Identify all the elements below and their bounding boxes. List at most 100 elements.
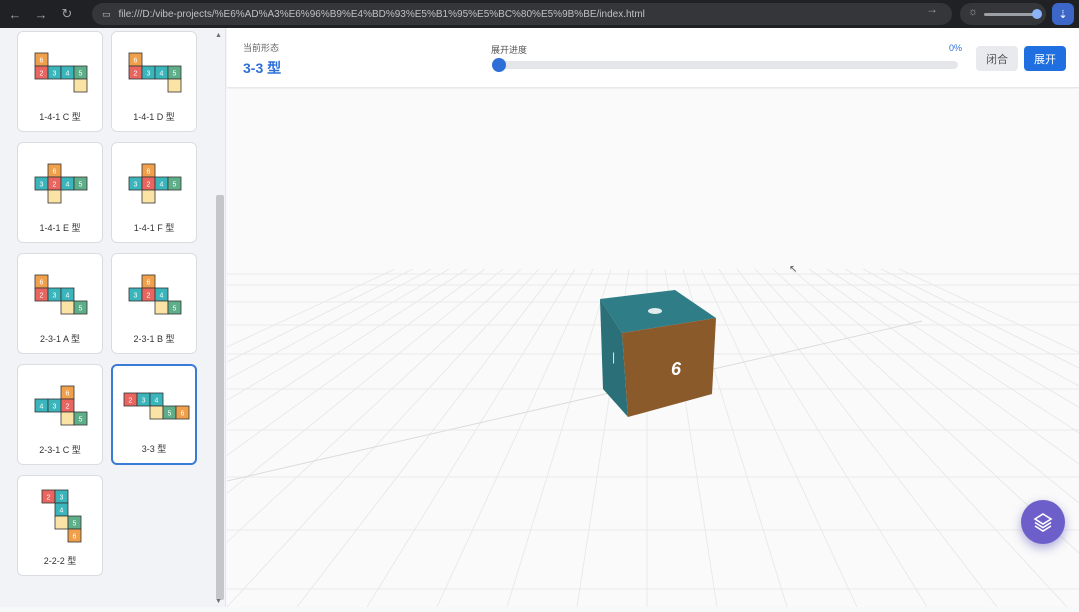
net-face-number: 6 bbox=[53, 169, 57, 176]
net-card-label: 2-3-1 C 型 bbox=[39, 445, 81, 455]
net-card[interactable]: 6 3 2 4 5 1-4-1 E 型 bbox=[17, 142, 103, 243]
cursor-icon: ↖ bbox=[789, 264, 797, 275]
net-diagram: 6 3 2 4 5 bbox=[128, 163, 182, 204]
net-face bbox=[73, 78, 88, 93]
go-icon[interactable]: → bbox=[926, 2, 938, 16]
net-face-number: 6 bbox=[134, 58, 138, 65]
net-face-number: 4 bbox=[66, 293, 70, 300]
net-face-number: 2 bbox=[47, 495, 51, 502]
net-face-number: 3 bbox=[53, 293, 57, 300]
brightness-knob[interactable] bbox=[1032, 9, 1042, 19]
top-face-mark bbox=[648, 308, 662, 314]
net-card-label: 1-4-1 F 型 bbox=[133, 223, 175, 233]
net-card[interactable]: 6 4 3 2 5 2-3-1 C 型 bbox=[17, 364, 103, 465]
scrollbar-thumb[interactable] bbox=[216, 195, 224, 600]
3d-viewport[interactable]: | 6 ↖ bbox=[0, 89, 1079, 608]
net-face-number: 3 bbox=[53, 404, 57, 411]
net-face-number: 2 bbox=[40, 71, 44, 78]
net-face-number: 2 bbox=[147, 293, 151, 300]
net-card[interactable]: 6 3 2 4 5 2-3-1 B 型 bbox=[111, 253, 197, 354]
net-face-number: 6 bbox=[73, 534, 77, 541]
net-face bbox=[154, 300, 169, 315]
net-card[interactable]: 6 2 3 4 5 1-4-1 D 型 bbox=[111, 31, 197, 132]
net-face-number: 3 bbox=[53, 71, 57, 78]
net-diagram: 6 2 3 4 5 bbox=[34, 274, 88, 315]
net-face-number: 4 bbox=[160, 293, 164, 300]
net-face-number: 6 bbox=[40, 58, 44, 65]
net-face-number: 6 bbox=[147, 169, 151, 176]
net-face-number: 4 bbox=[155, 398, 159, 405]
net-diagram: 6 3 2 4 5 bbox=[34, 163, 88, 204]
reload-icon[interactable]: ↻ bbox=[56, 3, 78, 25]
extension-icon[interactable]: ⇣ bbox=[1052, 3, 1074, 25]
net-face-number: 3 bbox=[60, 495, 64, 502]
net-face-number: 5 bbox=[79, 417, 83, 424]
net-face-number: 4 bbox=[40, 404, 44, 411]
net-face-number: 5 bbox=[73, 521, 77, 528]
net-card[interactable]: 2 3 4 5 6 3-3 型 bbox=[111, 364, 197, 465]
axis-line bbox=[226, 320, 923, 482]
unfold-button[interactable]: 展开 bbox=[1024, 46, 1066, 71]
net-card-label: 2-2-2 型 bbox=[43, 556, 77, 566]
slider-knob[interactable] bbox=[492, 58, 506, 72]
net-card[interactable]: 6 2 3 4 5 2-3-1 A 型 bbox=[17, 253, 103, 354]
page-icon: ▭ bbox=[102, 8, 111, 19]
net-card[interactable]: 2 3 4 5 6 2-2-2 型 bbox=[17, 475, 103, 576]
net-face-number: 2 bbox=[66, 404, 70, 411]
net-face-number: 4 bbox=[66, 182, 70, 189]
back-icon[interactable]: ← bbox=[4, 3, 26, 25]
net-diagram: 6 2 3 4 5 bbox=[128, 52, 182, 93]
net-face-number: 5 bbox=[79, 182, 83, 189]
unfold-progress-label: 展开进度 bbox=[491, 45, 528, 55]
layers-icon bbox=[1033, 513, 1053, 532]
net-face-number: 5 bbox=[173, 182, 177, 189]
net-diagram: 2 3 4 5 6 bbox=[123, 392, 190, 420]
net-face-number: 3 bbox=[40, 182, 44, 189]
fold-button[interactable]: 闭合 bbox=[976, 46, 1018, 71]
cube-front-face bbox=[622, 318, 716, 417]
sun-icon: ☼ bbox=[968, 6, 979, 18]
scroll-down-icon[interactable]: ▼ bbox=[215, 598, 222, 605]
layers-button[interactable] bbox=[1021, 500, 1065, 544]
net-face-number: 3 bbox=[142, 398, 146, 405]
net-card-label: 1-4-1 E 型 bbox=[39, 223, 81, 233]
net-face-number: 2 bbox=[147, 182, 151, 189]
net-card[interactable]: 6 3 2 4 5 1-4-1 F 型 bbox=[111, 142, 197, 243]
net-face-number: 2 bbox=[129, 398, 133, 405]
net-face bbox=[60, 300, 75, 315]
net-face bbox=[149, 405, 164, 420]
current-shape-value: 3-3 型 bbox=[243, 60, 282, 76]
net-gallery-sidebar: ▲ ▼ 6 2 3 4 5 1-4-1 C 型 6 2 3 4 5 1-4-1 D 型 6 3 2 4 5 1-4… bbox=[0, 28, 226, 607]
net-card-label: 1-4-1 D 型 bbox=[133, 112, 175, 122]
net-diagram: 6 3 2 4 5 bbox=[128, 274, 182, 315]
net-face-number: 4 bbox=[60, 508, 64, 515]
net-face-number: 6 bbox=[181, 411, 185, 418]
net-diagram: 6 2 3 4 5 bbox=[34, 52, 88, 93]
browser-toolbar: ← → ↻ ▭ file:///D:/vibe-projects/%E6%AD%… bbox=[0, 0, 1079, 28]
control-bar: 当前形态 3-3 型 展开进度 0% 闭合 展开 bbox=[227, 28, 1079, 88]
net-diagram: 2 3 4 5 6 bbox=[41, 489, 82, 543]
net-face-number: 2 bbox=[134, 71, 138, 78]
net-face-number: 3 bbox=[134, 182, 138, 189]
url-text: file:///D:/vibe-projects/%E6%AD%A3%E6%96… bbox=[118, 8, 645, 20]
net-face-number: 6 bbox=[40, 280, 44, 287]
net-face-number: 5 bbox=[173, 71, 177, 78]
scene-svg: | 6 ↖ bbox=[0, 264, 1079, 608]
forward-icon[interactable]: → bbox=[30, 3, 52, 25]
scroll-up-icon[interactable]: ▲ bbox=[215, 32, 222, 39]
brightness-slider[interactable]: ☼ bbox=[960, 3, 1046, 25]
net-face-number: 6 bbox=[147, 280, 151, 287]
net-face-number: 5 bbox=[173, 306, 177, 313]
net-card[interactable]: 6 2 3 4 5 1-4-1 C 型 bbox=[17, 31, 103, 132]
net-face-number: 2 bbox=[40, 293, 44, 300]
unfold-progress-value: 0% bbox=[949, 43, 963, 53]
net-face-number: 4 bbox=[160, 71, 164, 78]
net-face-number: 6 bbox=[66, 391, 70, 398]
unfold-progress-slider[interactable] bbox=[493, 61, 958, 69]
current-shape-label: 当前形态 bbox=[243, 43, 280, 53]
cube[interactable]: | 6 bbox=[600, 290, 716, 417]
net-card-label: 2-3-1 B 型 bbox=[133, 334, 175, 344]
address-bar[interactable]: ▭ file:///D:/vibe-projects/%E6%AD%A3%E6%… bbox=[92, 3, 952, 25]
net-face-number: 4 bbox=[66, 71, 70, 78]
front-face-label: 6 bbox=[671, 359, 682, 379]
